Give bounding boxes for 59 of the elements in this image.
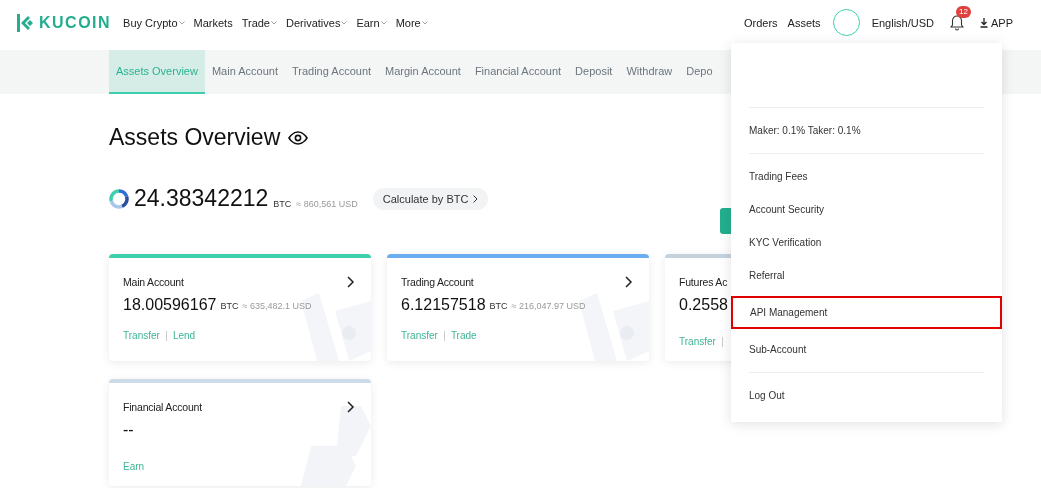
logo-icon — [15, 13, 35, 32]
caret-icon — [421, 20, 428, 25]
tab[interactable]: Withdraw — [619, 50, 680, 94]
nav-item[interactable]: Markets — [193, 16, 233, 29]
app-download-link[interactable]: APP — [980, 16, 1013, 29]
eye-icon[interactable] — [288, 130, 309, 145]
menu-item[interactable]: Maker: 0.1% Taker: 0.1% — [749, 114, 984, 147]
tab[interactable]: Financial Account — [467, 50, 569, 94]
nav-item[interactable]: Earn — [356, 16, 387, 29]
chevron-icon — [347, 276, 355, 288]
language-selector[interactable]: English/USD — [871, 16, 934, 29]
nav-item[interactable]: More — [395, 16, 428, 29]
menu-item[interactable]: Log Out — [749, 379, 984, 412]
menu-item[interactable]: Sub-Account — [749, 333, 984, 366]
nav-link[interactable]: Assets — [787, 16, 821, 29]
account-card[interactable]: Financial Account -- Earn — [109, 379, 371, 486]
nav-item[interactable]: Derivatives — [286, 16, 348, 29]
caret-icon — [380, 20, 387, 25]
account-balance: 0.2558 — [679, 296, 728, 314]
tab[interactable]: Depo — [679, 50, 720, 94]
account-name: Main Account — [123, 276, 184, 288]
usd-equivalent: ≈ 635,482.1 USD — [242, 301, 312, 311]
hexagon-watermark-icon — [301, 406, 371, 486]
usd-equivalent: ≈ 216,047.97 USD — [511, 301, 586, 311]
calculate-by-button[interactable]: Calculate by BTC — [372, 187, 489, 210]
chevron-icon — [473, 194, 479, 203]
nav-link[interactable]: Orders — [744, 16, 778, 29]
nav-item[interactable]: Buy Crypto — [123, 16, 185, 29]
account-name: Financial Account — [123, 401, 202, 413]
menu-item[interactable]: Referral — [749, 259, 984, 292]
caret-icon — [271, 20, 277, 25]
caret-icon — [178, 20, 185, 25]
page-title: Assets Overview — [109, 124, 281, 151]
menu-item[interactable]: Account Security — [749, 193, 984, 226]
chevron-icon — [347, 401, 355, 413]
bell-icon[interactable] — [950, 14, 964, 31]
download-icon — [980, 17, 988, 28]
usd-equivalent: ≈ 860,561 USD — [296, 199, 358, 209]
currency-unit: BTC — [489, 301, 508, 311]
account-name: Trading Account — [401, 276, 474, 288]
account-balance: 18.00596167 — [123, 296, 217, 314]
currency-unit: BTC — [273, 199, 292, 209]
caret-icon — [341, 20, 348, 25]
tab[interactable]: Main Account — [204, 50, 285, 94]
notification-badge: 12 — [956, 5, 971, 18]
nav-item[interactable]: Trade — [241, 16, 277, 29]
tab[interactable]: Deposit — [568, 50, 620, 94]
account-balance: -- — [123, 421, 134, 439]
account-name: Futures Ac — [679, 276, 728, 288]
account-balance: 6.12157518 — [401, 296, 486, 314]
total-balance: 24.38342212 — [134, 185, 269, 212]
tab[interactable]: Trading Account — [284, 50, 379, 94]
tab[interactable]: Margin Account — [378, 50, 468, 94]
donut-icon — [109, 188, 129, 209]
currency-unit: BTC — [220, 301, 239, 311]
menu-item[interactable]: Trading Fees — [749, 160, 984, 193]
menu-item[interactable]: API Management — [731, 296, 1002, 329]
chevron-icon — [625, 276, 633, 288]
menu-item[interactable]: KYC Verification — [749, 226, 984, 259]
